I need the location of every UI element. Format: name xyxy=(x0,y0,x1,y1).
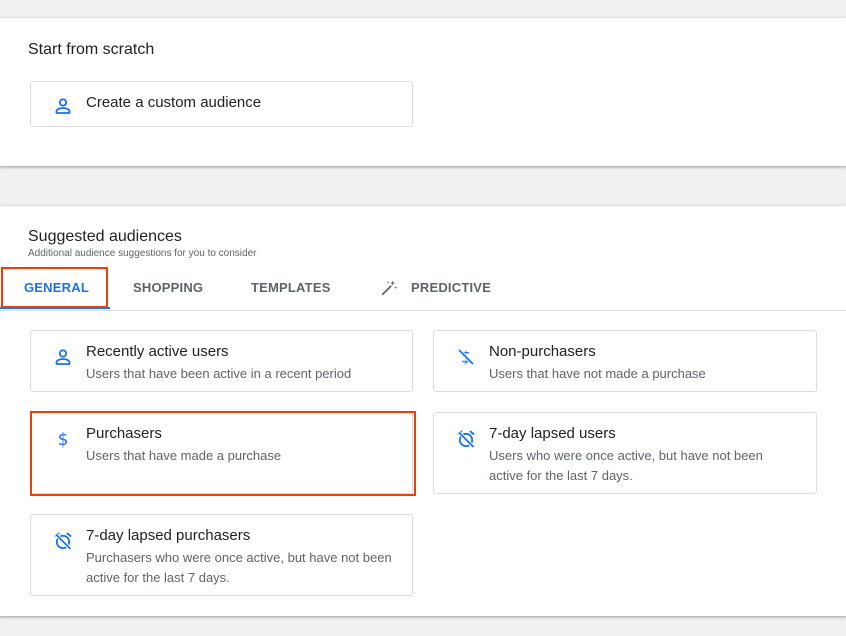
alarm-off-icon xyxy=(54,532,72,551)
suggested-audiences-panel: Suggested audiences Additional audience … xyxy=(0,206,846,616)
audience-card-7-day-lapsed-purchasers[interactable]: 7-day lapsed purchasers Purchasers who w… xyxy=(30,514,413,596)
audience-card-purchasers[interactable]: $ Purchasers Users that have made a purc… xyxy=(30,412,413,494)
start-from-scratch-panel: Start from scratch Create a custom audie… xyxy=(0,18,846,166)
active-tab-indicator xyxy=(0,307,110,309)
tab-predictive-label: PREDICTIVE xyxy=(411,280,492,295)
start-from-scratch-title: Start from scratch xyxy=(28,41,155,58)
tab-general[interactable]: GENERAL xyxy=(24,268,89,308)
audience-card-non-purchasers[interactable]: $ Non-purchasers Users that have not mad… xyxy=(433,330,817,392)
card-description: Users who were once active, but have not… xyxy=(489,448,763,483)
audience-tabs: GENERAL SHOPPING TEMPLATES PREDICTIVE xyxy=(0,268,846,311)
alarm-off-icon xyxy=(457,430,475,449)
no-dollar-icon: $ xyxy=(457,348,475,367)
dollar-icon: $ xyxy=(58,430,69,449)
card-description: Users that have been active in a recent … xyxy=(86,366,352,381)
magic-wand-icon xyxy=(381,280,398,296)
person-icon xyxy=(55,349,71,365)
card-title: Purchasers xyxy=(86,425,162,442)
audience-card-recently-active-users[interactable]: Recently active users Users that have be… xyxy=(30,330,413,392)
card-description: Purchasers who were once active, but hav… xyxy=(86,550,392,585)
audience-card-7-day-lapsed-users[interactable]: 7-day lapsed users Users who were once a… xyxy=(433,412,817,494)
tab-predictive[interactable]: PREDICTIVE xyxy=(380,268,520,308)
create-custom-audience-label: Create a custom audience xyxy=(86,94,262,111)
card-title: 7-day lapsed purchasers xyxy=(86,527,251,544)
svg-text:$: $ xyxy=(58,430,69,449)
card-title: 7-day lapsed users xyxy=(489,425,616,442)
suggested-audiences-title: Suggested audiences xyxy=(28,228,182,245)
card-description: Users that have made a purchase xyxy=(86,448,282,463)
tab-shopping[interactable]: SHOPPING xyxy=(133,268,203,308)
card-description: Users that have not made a purchase xyxy=(489,366,706,381)
person-icon xyxy=(55,98,71,114)
suggested-audiences-subtitle: Additional audience suggestions for you … xyxy=(28,248,257,259)
tab-templates[interactable]: TEMPLATES xyxy=(251,268,331,308)
create-custom-audience-button[interactable]: Create a custom audience xyxy=(30,81,413,127)
card-title: Non-purchasers xyxy=(489,343,596,360)
card-title: Recently active users xyxy=(86,343,229,360)
